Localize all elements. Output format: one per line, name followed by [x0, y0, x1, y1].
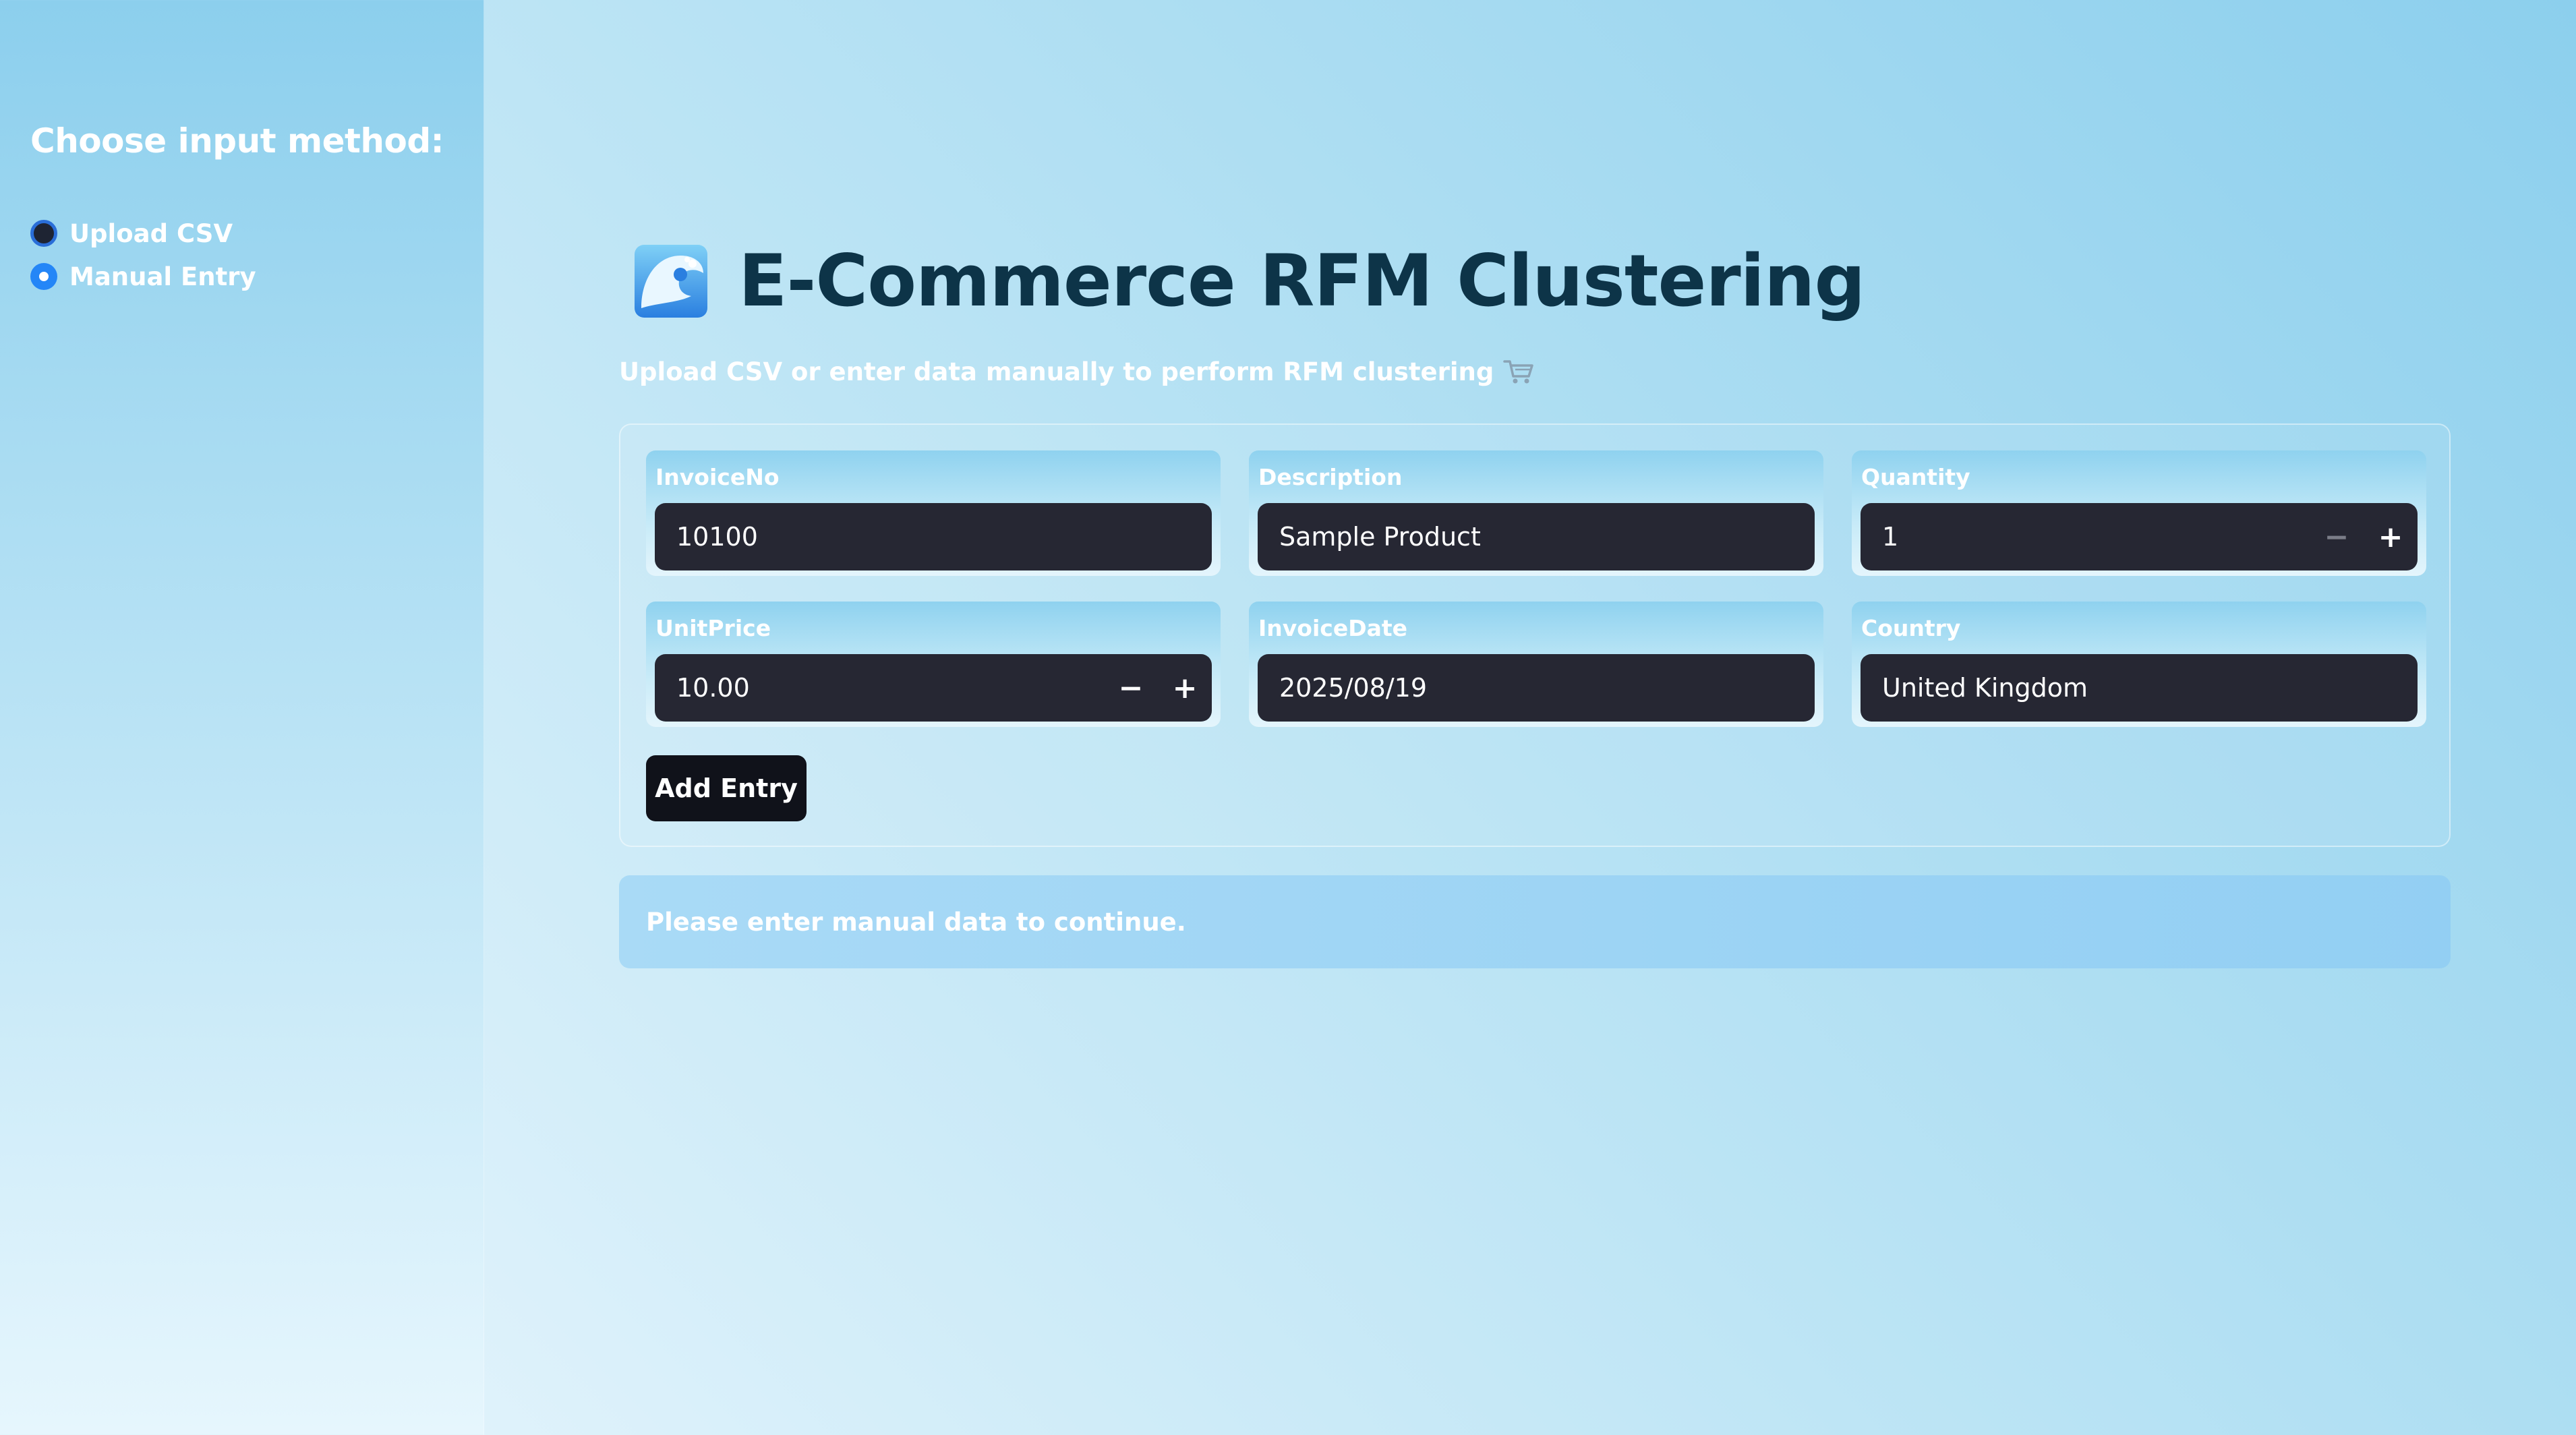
country-input[interactable]: United Kingdom	[1861, 654, 2418, 722]
quantity-stepper-controls: − +	[2310, 503, 2418, 570]
input-value: 2025/08/19	[1279, 673, 1428, 703]
field-label: Quantity	[1861, 464, 1970, 490]
decrement-icon[interactable]: −	[2310, 503, 2364, 570]
add-entry-button[interactable]: Add Entry	[646, 755, 807, 821]
unit-price-stepper[interactable]: 10.00 − +	[655, 654, 1212, 722]
description-input[interactable]: Sample Product	[1258, 503, 1815, 570]
field-label: Country	[1861, 615, 1961, 641]
invoice-date-input[interactable]: 2025/08/19	[1258, 654, 1815, 722]
sidebar: Choose input method: Upload CSV Manual E…	[0, 0, 484, 1435]
field-label: UnitPrice	[655, 615, 771, 641]
info-alert: Please enter manual data to continue.	[619, 875, 2451, 968]
input-value: Sample Product	[1279, 522, 1481, 552]
field-description: Description Sample Product	[1249, 450, 1823, 576]
input-value: United Kingdom	[1882, 673, 2088, 703]
wave-icon	[635, 244, 707, 318]
manual-entry-form: InvoiceNo 10100 Description Sample Produ…	[619, 423, 2451, 847]
radio-selected-icon[interactable]	[30, 263, 57, 290]
page-title: E-Commerce RFM Clustering	[738, 239, 1865, 322]
field-unit-price: UnitPrice 10.00 − +	[646, 602, 1221, 727]
page-subtitle: Upload CSV or enter data manually to per…	[619, 357, 1534, 386]
unit-price-stepper-controls: − +	[1104, 654, 1212, 722]
field-country: Country United Kingdom	[1852, 602, 2426, 727]
field-quantity: Quantity 1 − +	[1852, 450, 2426, 576]
field-invoice-date: InvoiceDate 2025/08/19	[1249, 602, 1823, 727]
input-method-radio-group: Upload CSV Manual Entry	[30, 212, 256, 298]
field-label: InvoiceDate	[1258, 615, 1408, 641]
invoice-no-input[interactable]: 10100	[655, 503, 1212, 570]
subtitle-text: Upload CSV or enter data manually to per…	[619, 357, 1494, 386]
field-label: Description	[1258, 464, 1403, 490]
field-invoice-no: InvoiceNo 10100	[646, 450, 1221, 576]
decrement-icon[interactable]: −	[1104, 654, 1158, 722]
input-value: 10100	[676, 522, 758, 552]
increment-icon[interactable]: +	[1158, 654, 1212, 722]
radio-label-upload-csv: Upload CSV	[69, 218, 233, 248]
radio-manual-entry[interactable]: Manual Entry	[30, 255, 256, 298]
field-label: InvoiceNo	[655, 464, 780, 490]
input-value: 1	[1882, 522, 1899, 552]
shopping-cart-icon	[1503, 359, 1534, 383]
title-row: E-Commerce RFM Clustering	[631, 239, 1865, 322]
sidebar-heading: Choose input method:	[30, 121, 444, 160]
increment-icon[interactable]: +	[2364, 503, 2418, 570]
radio-upload-csv[interactable]: Upload CSV	[30, 212, 256, 255]
radio-label-manual-entry: Manual Entry	[69, 262, 256, 291]
input-value: 10.00	[676, 673, 750, 703]
quantity-stepper[interactable]: 1 − +	[1861, 503, 2418, 570]
info-message: Please enter manual data to continue.	[646, 907, 1186, 937]
radio-unselected-icon[interactable]	[30, 220, 57, 247]
